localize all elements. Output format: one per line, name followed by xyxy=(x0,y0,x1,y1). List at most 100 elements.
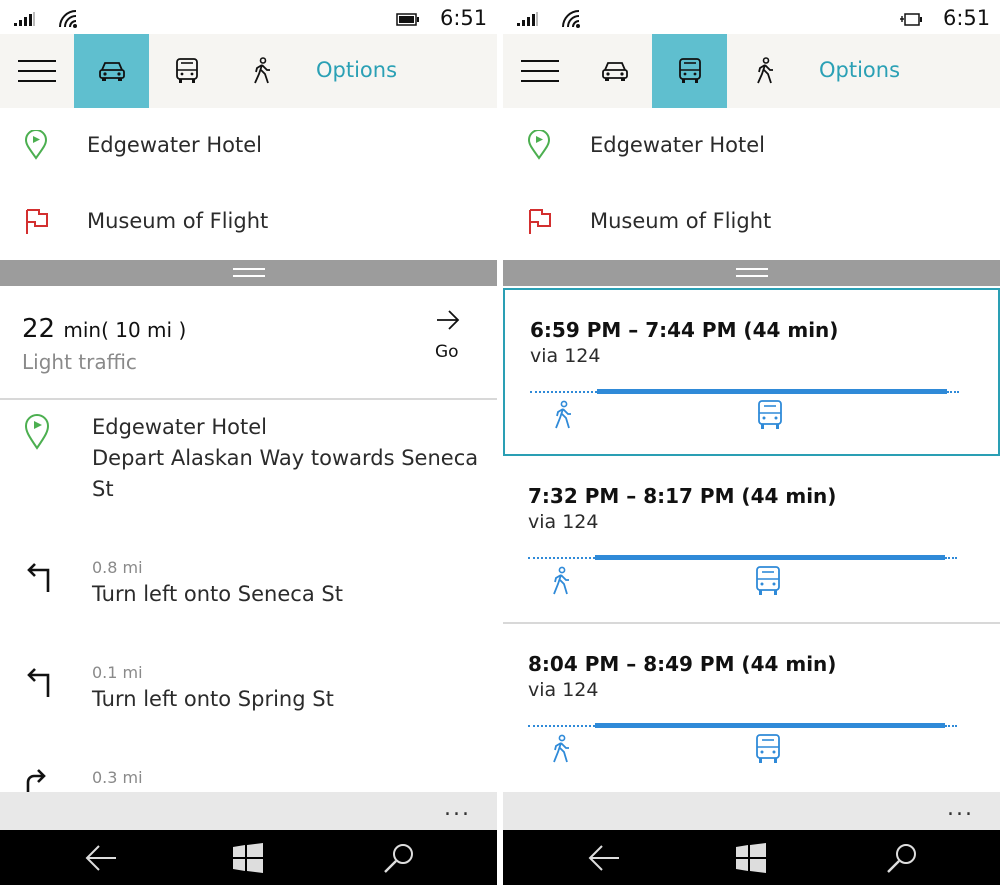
destination-flag-icon xyxy=(26,209,48,234)
trip-option[interactable]: 7:32 PM – 8:17 PM (44 min) via 124 xyxy=(503,456,1000,624)
panel-resize-handle[interactable] xyxy=(0,260,497,286)
turn-left-icon xyxy=(27,563,50,592)
trip-option[interactable]: 6:59 PM – 7:44 PM (44 min) via 124 xyxy=(503,288,1000,456)
signal-icon xyxy=(517,12,538,26)
step-distance: 0.8 mi xyxy=(92,558,143,577)
bus-icon xyxy=(678,58,701,83)
battery-icon xyxy=(396,13,419,26)
origin-field[interactable]: Edgewater Hotel xyxy=(503,108,1000,184)
direction-text: Edgewater Hotel Depart Alaskan Way towar… xyxy=(92,412,478,505)
car-icon xyxy=(98,62,125,81)
search-icon[interactable] xyxy=(885,842,919,874)
direction-step[interactable]: 0.3 mi xyxy=(0,760,497,792)
walk-segment xyxy=(528,557,595,559)
origin-pin-icon xyxy=(527,130,551,160)
walk-icon xyxy=(756,57,773,84)
windows-start-icon[interactable] xyxy=(231,842,265,874)
wifi-icon xyxy=(59,10,77,28)
trip-route: via 124 xyxy=(528,679,599,701)
wifi-icon xyxy=(562,10,580,28)
system-nav-bar xyxy=(0,830,497,885)
status-bar: 6:51 xyxy=(0,0,497,34)
bus-segment xyxy=(595,723,945,728)
trip-option[interactable]: 8:04 PM – 8:49 PM (44 min) via 124 xyxy=(503,624,1000,792)
hamburger-menu-button[interactable] xyxy=(0,34,74,108)
destination-field[interactable]: Museum of Flight xyxy=(0,184,497,260)
options-link[interactable]: Options xyxy=(316,58,397,82)
hamburger-icon xyxy=(18,60,56,82)
windows-start-icon[interactable] xyxy=(734,842,768,874)
panel-resize-handle[interactable] xyxy=(503,260,1000,286)
options-link[interactable]: Options xyxy=(819,58,900,82)
back-icon[interactable] xyxy=(84,842,118,874)
start-pin-icon xyxy=(24,414,50,450)
drive-mode-tab[interactable] xyxy=(577,34,652,108)
direction-text: Turn left onto Seneca St xyxy=(92,582,343,606)
walk-segment xyxy=(530,391,597,393)
route-duration: 22 min( 10 mi ) xyxy=(22,314,186,344)
walk-segment xyxy=(528,725,595,727)
walk-mode-tab[interactable] xyxy=(224,34,299,108)
walk-mode-tab[interactable] xyxy=(727,34,802,108)
traffic-status: Light traffic xyxy=(22,350,137,374)
mode-toolbar: Options xyxy=(0,34,497,108)
step-distance: 0.1 mi xyxy=(92,663,143,682)
bus-icon xyxy=(175,58,198,83)
more-options-button[interactable]: ... xyxy=(947,796,974,821)
drive-mode-tab[interactable] xyxy=(74,34,149,108)
bus-icon xyxy=(756,734,780,763)
step-distance: 0.3 mi xyxy=(92,768,143,787)
trip-times: 6:59 PM – 7:44 PM (44 min) xyxy=(530,318,839,342)
back-icon[interactable] xyxy=(587,842,621,874)
destination-flag-icon xyxy=(529,209,551,234)
grip-icon xyxy=(233,268,265,277)
trip-times: 7:32 PM – 8:17 PM (44 min) xyxy=(528,484,837,508)
clock: 6:51 xyxy=(440,6,488,30)
walk-segment xyxy=(945,557,957,559)
direction-line: Edgewater Hotel xyxy=(92,415,267,439)
destination-label: Museum of Flight xyxy=(590,209,772,233)
bus-segment xyxy=(595,555,945,560)
direction-step[interactable]: 0.1 mi Turn left onto Spring St xyxy=(0,655,497,755)
trip-route: via 124 xyxy=(528,511,599,533)
duration-unit: min xyxy=(63,318,102,342)
go-label: Go xyxy=(435,342,459,362)
driving-directions-screen: 6:51 Options Edgewater Hotel Museum of F… xyxy=(0,0,497,885)
system-nav-bar xyxy=(503,830,1000,885)
walk-icon xyxy=(553,566,569,595)
car-icon xyxy=(601,62,628,81)
walk-icon xyxy=(553,734,569,763)
search-icon[interactable] xyxy=(382,842,416,874)
duration-value: 22 xyxy=(22,314,56,344)
walk-segment xyxy=(947,391,959,393)
walk-segment xyxy=(945,725,957,727)
trip-times: 8:04 PM – 8:49 PM (44 min) xyxy=(528,652,837,676)
clock: 6:51 xyxy=(943,6,991,30)
origin-label: Edgewater Hotel xyxy=(590,133,765,157)
app-bar-bottom: ... xyxy=(0,792,497,830)
bus-icon xyxy=(758,400,782,429)
hamburger-menu-button[interactable] xyxy=(503,34,577,108)
turn-right-icon xyxy=(26,769,46,792)
transit-mode-tab[interactable] xyxy=(652,34,727,108)
turn-left-icon xyxy=(27,668,50,697)
transit-mode-tab[interactable] xyxy=(149,34,224,108)
origin-pin-icon xyxy=(24,130,48,160)
walk-icon xyxy=(253,57,270,84)
direction-line: St xyxy=(92,477,114,501)
direction-step[interactable]: Edgewater Hotel Depart Alaskan Way towar… xyxy=(0,404,497,534)
more-options-button[interactable]: ... xyxy=(444,796,471,821)
grip-icon xyxy=(736,268,768,277)
battery-charging-icon xyxy=(900,13,922,26)
go-button[interactable]: Go xyxy=(426,308,472,370)
origin-field[interactable]: Edgewater Hotel xyxy=(0,108,497,184)
direction-line: Depart Alaskan Way towards Seneca xyxy=(92,446,479,470)
direction-step[interactable]: 0.8 mi Turn left onto Seneca St xyxy=(0,550,497,650)
destination-field[interactable]: Museum of Flight xyxy=(503,184,1000,260)
bus-segment xyxy=(597,389,947,394)
route-distance: ( 10 mi ) xyxy=(101,318,187,342)
direction-text: Turn left onto Spring St xyxy=(92,687,334,711)
destination-label: Museum of Flight xyxy=(87,209,269,233)
route-summary[interactable]: 22 min( 10 mi ) Light traffic Go xyxy=(0,286,497,400)
status-bar: 6:51 xyxy=(503,0,1000,34)
